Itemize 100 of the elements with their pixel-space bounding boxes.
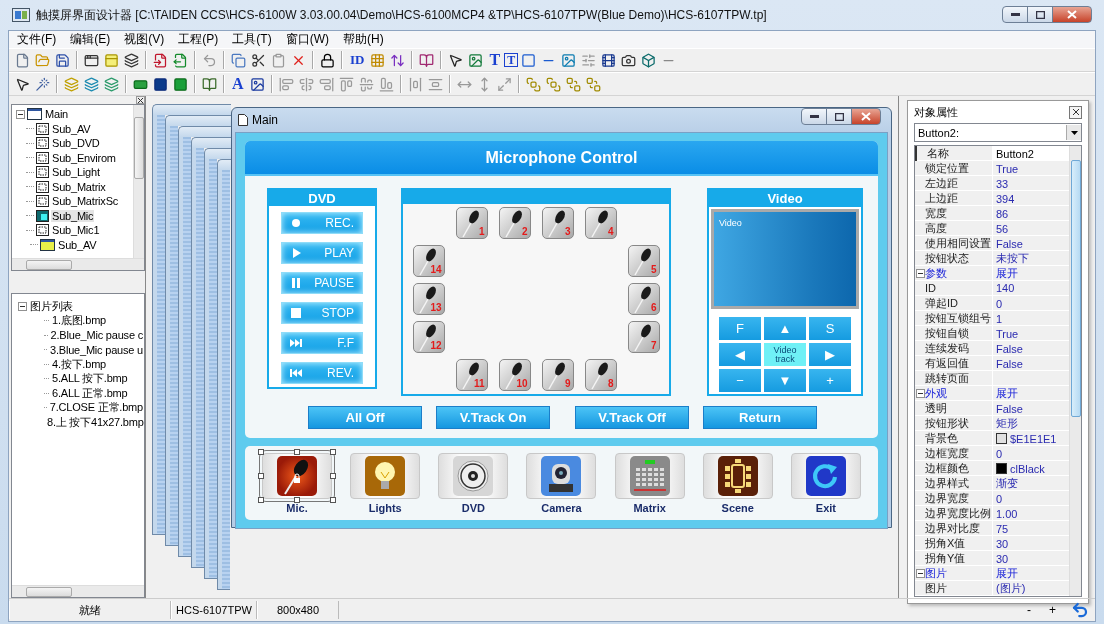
property-value[interactable]: 0: [993, 446, 1069, 461]
menu-item[interactable]: 文件(F): [13, 31, 65, 48]
property-value[interactable]: 75: [993, 521, 1069, 536]
tree-item[interactable]: 图片列表: [29, 298, 75, 314]
video-track-button[interactable]: Video track: [764, 343, 806, 366]
zoom-in-button[interactable]: +: [1040, 603, 1065, 617]
property-value[interactable]: False: [993, 356, 1069, 371]
align-right-icon[interactable]: [318, 76, 334, 92]
spacing-icon[interactable]: [407, 76, 423, 92]
send-back-icon[interactable]: [585, 76, 601, 92]
close-button[interactable]: [1069, 105, 1082, 119]
window-edge[interactable]: [152, 115, 165, 535]
property-value[interactable]: 渐变: [993, 476, 1069, 491]
tree-item[interactable]: 3.Blue_Mic pause u: [49, 343, 144, 356]
property-value[interactable]: (图片): [993, 581, 1069, 596]
clipboard-icon[interactable]: [271, 52, 286, 68]
tree-item[interactable]: Sub_MatrixSc: [51, 195, 120, 208]
resize-handle[interactable]: [294, 497, 301, 503]
tree-item[interactable]: Sub_Mic1: [51, 224, 101, 237]
scrollbar[interactable]: [1069, 146, 1081, 596]
folder-icon[interactable]: [35, 52, 50, 68]
bring-front-icon[interactable]: [545, 76, 561, 92]
tree-item[interactable]: Sub_Envirom: [51, 151, 117, 164]
copy-icon[interactable]: [231, 52, 246, 68]
window-edge[interactable]: [217, 170, 230, 590]
layers-icon[interactable]: [64, 76, 79, 92]
zoom-out-button[interactable]: -: [1018, 603, 1040, 617]
arrows-icon[interactable]: [390, 52, 406, 68]
align-middle-icon[interactable]: [358, 76, 374, 92]
tree-item[interactable]: Sub_Mic: [51, 209, 95, 222]
object-dropdown[interactable]: Button2:: [914, 123, 1082, 142]
layers-icon[interactable]: [104, 76, 119, 92]
tree-item[interactable]: 2.Blue_Mic pause c: [49, 329, 144, 342]
send-back-icon[interactable]: [565, 76, 581, 92]
save-icon[interactable]: [55, 52, 70, 68]
bring-front-icon[interactable]: [525, 76, 541, 92]
property-value[interactable]: 30: [993, 551, 1069, 566]
camera-icon[interactable]: [621, 52, 637, 68]
window-title-bar[interactable]: [178, 126, 231, 137]
pointer-icon[interactable]: [15, 76, 30, 92]
tree-item[interactable]: Sub_Light: [51, 166, 101, 179]
property-value[interactable]: 140: [993, 281, 1069, 295]
grid-icon[interactable]: [370, 52, 386, 68]
window-edge[interactable]: [204, 159, 217, 579]
nav-button[interactable]: [526, 453, 597, 499]
align-left-icon[interactable]: [278, 76, 294, 92]
resize-handle[interactable]: [258, 497, 265, 503]
scrollbar[interactable]: [133, 105, 144, 258]
scissors-icon[interactable]: [251, 52, 266, 68]
slider-icon[interactable]: [581, 52, 597, 68]
property-value[interactable]: 1.00: [993, 506, 1069, 521]
tree-item[interactable]: 6.ALL 正常.bmp: [51, 385, 129, 401]
pointer-icon[interactable]: [448, 52, 464, 68]
property-value[interactable]: True: [993, 326, 1069, 341]
image-icon[interactable]: [249, 76, 265, 92]
toolbar-button[interactable]: A: [229, 75, 247, 93]
layers-icon[interactable]: [84, 76, 99, 92]
property-value[interactable]: Button2: [993, 146, 1069, 161]
film-icon[interactable]: [601, 52, 617, 68]
tree-item[interactable]: Sub_AV: [51, 122, 92, 135]
resize-handle[interactable]: [330, 449, 337, 455]
menu-item[interactable]: 编辑(E): [66, 31, 119, 48]
toolbar-button[interactable]: ID: [347, 52, 368, 68]
import-icon[interactable]: [153, 52, 168, 68]
export-icon[interactable]: [173, 52, 188, 68]
property-value[interactable]: 394: [993, 191, 1069, 206]
property-value[interactable]: 0: [993, 296, 1069, 311]
book-icon[interactable]: [419, 52, 435, 68]
toolbar-button[interactable]: T: [486, 51, 504, 69]
spacing-icon[interactable]: [427, 76, 443, 92]
wand-icon[interactable]: [35, 76, 50, 92]
windows-icon[interactable]: [124, 52, 139, 68]
tree-item[interactable]: Sub_Matrix: [51, 180, 107, 193]
maximize-button[interactable]: [1027, 6, 1053, 23]
picture-icon[interactable]: [561, 52, 577, 68]
property-value[interactable]: 30: [993, 536, 1069, 551]
property-value[interactable]: 56: [993, 221, 1069, 236]
tree-item[interactable]: 1.底图.bmp: [51, 313, 108, 329]
property-value[interactable]: False: [993, 401, 1069, 416]
align-center-icon[interactable]: [298, 76, 314, 92]
tree-item[interactable]: 4.按下.bmp: [51, 356, 108, 372]
nav-button[interactable]: [702, 453, 773, 499]
collapse-icon[interactable]: [916, 269, 925, 278]
property-value[interactable]: 矩形: [993, 416, 1069, 431]
tree-item[interactable]: 5.ALL 按下.bmp: [51, 371, 129, 387]
collapse-icon[interactable]: [916, 569, 925, 578]
minimize-button[interactable]: [1002, 6, 1028, 23]
tree-item[interactable]: Main: [44, 108, 70, 121]
resize-handle[interactable]: [258, 473, 265, 479]
book-icon[interactable]: [202, 76, 217, 92]
tree-item[interactable]: 7.CLOSE 正常.bmp: [48, 400, 144, 416]
collapse-icon[interactable]: [916, 389, 925, 398]
window-edge[interactable]: [178, 137, 191, 557]
property-value[interactable]: $E1E1E1: [1010, 432, 1057, 445]
property-value[interactable]: 86: [993, 206, 1069, 221]
menu-item[interactable]: 工具(T): [228, 31, 280, 48]
nav-button[interactable]: [262, 453, 333, 499]
maximize-button[interactable]: [826, 108, 852, 125]
window-title-bar[interactable]: [152, 104, 231, 115]
property-value[interactable]: False: [993, 236, 1069, 251]
